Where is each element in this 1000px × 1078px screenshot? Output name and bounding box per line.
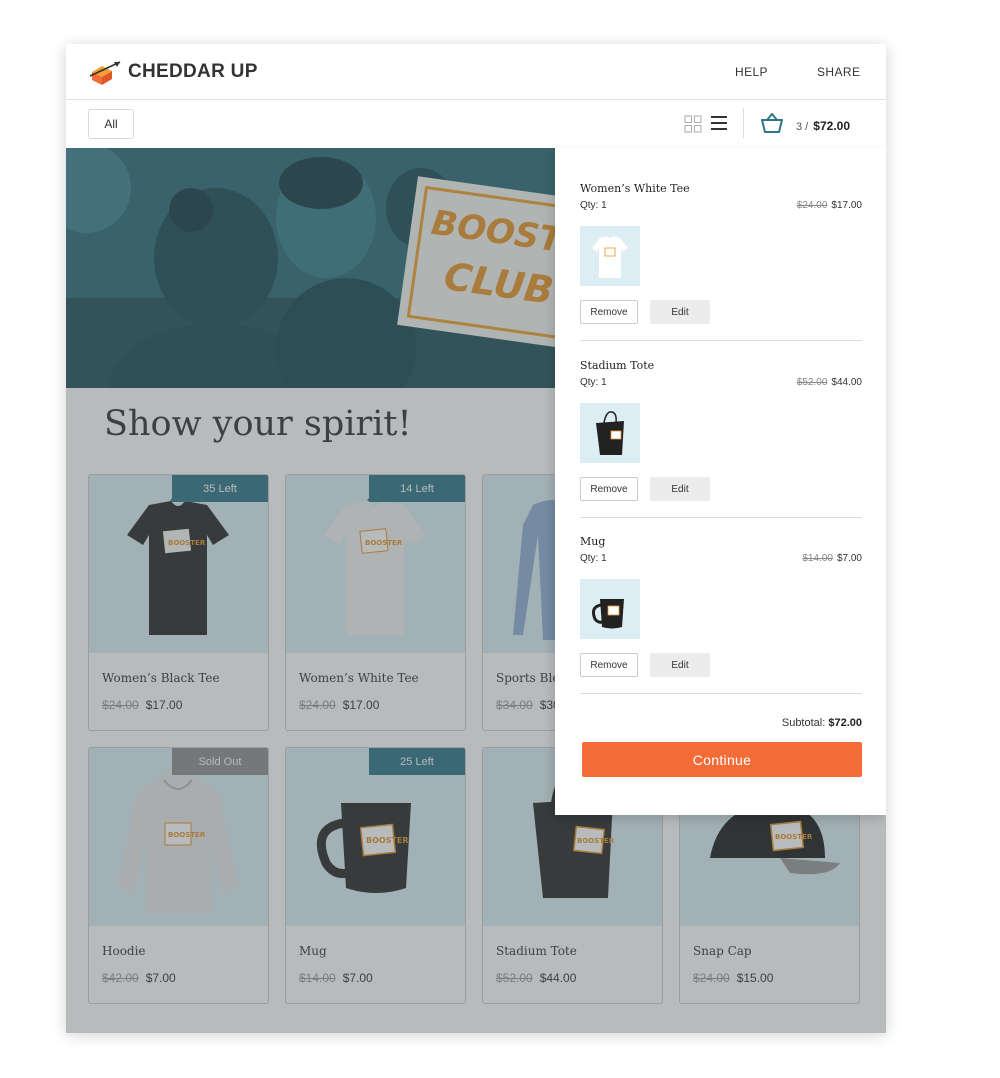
product-price: $52.00 $44.00 bbox=[496, 971, 576, 985]
sale-price: $17.00 bbox=[342, 698, 380, 712]
cart-item-price: $24.00 $17.00 bbox=[797, 200, 862, 211]
sale-price: $7.00 bbox=[145, 971, 176, 985]
mug-icon bbox=[592, 599, 624, 629]
toolbar-divider bbox=[743, 108, 744, 138]
product-name: Women’s Black Tee bbox=[102, 671, 220, 685]
cart-item-thumbnail bbox=[580, 403, 640, 463]
cart-subtotal: Subtotal: $72.00 bbox=[782, 717, 862, 729]
svg-text:BOOSTER: BOOSTER bbox=[365, 539, 403, 547]
remove-item-button[interactable]: Remove bbox=[580, 477, 638, 501]
cart-item-name: Women’s White Tee bbox=[580, 182, 690, 195]
page-title: Show your spirit! bbox=[104, 404, 412, 444]
product-price: $24.00 $17.00 bbox=[299, 698, 379, 712]
product-price: $14.00 $7.00 bbox=[299, 971, 373, 985]
product-name: Stadium Tote bbox=[496, 944, 577, 958]
original-price: $24.00 bbox=[299, 698, 336, 712]
original-price: $14.00 bbox=[299, 971, 336, 985]
sale-price: $17.00 bbox=[145, 698, 183, 712]
original-price: $24.00 bbox=[102, 698, 139, 712]
cart-item-thumbnail bbox=[580, 579, 640, 639]
sale-price: $17.00 bbox=[831, 200, 862, 211]
sale-price: $15.00 bbox=[736, 971, 774, 985]
cart-summary[interactable]: 3 / $72.00 bbox=[796, 119, 850, 133]
original-price: $52.00 bbox=[496, 971, 533, 985]
product-card[interactable]: BOOSTER 14 Left Women’s White Tee $24.00… bbox=[285, 474, 466, 731]
product-price: $24.00 $15.00 bbox=[693, 971, 773, 985]
product-name: Hoodie bbox=[102, 944, 146, 958]
original-price: $52.00 bbox=[796, 377, 828, 388]
edit-item-button[interactable]: Edit bbox=[650, 477, 710, 501]
category-filter-button[interactable]: All bbox=[88, 109, 134, 139]
svg-text:BOOSTER: BOOSTER bbox=[168, 831, 206, 839]
grid-view-icon[interactable] bbox=[684, 115, 702, 133]
cart-item-price: $14.00 $7.00 bbox=[802, 553, 862, 564]
cart-divider bbox=[580, 517, 862, 518]
cart-item-price: $52.00 $44.00 bbox=[797, 377, 862, 388]
cart-divider bbox=[580, 693, 862, 694]
stock-badge: 35 Left bbox=[172, 475, 268, 502]
product-name: Mug bbox=[299, 944, 327, 958]
store-toolbar: All 3 / $72.00 bbox=[66, 100, 886, 148]
cart-count: 3 / bbox=[796, 121, 809, 133]
cart-item-qty: Qty: 1 bbox=[580, 553, 607, 564]
sale-price: $44.00 bbox=[539, 971, 577, 985]
cart-dropdown-panel: Women’s White Tee Qty: 1 $24.00 $17.00 Re… bbox=[555, 148, 886, 815]
original-price: $34.00 bbox=[496, 698, 533, 712]
tote-icon bbox=[596, 411, 624, 455]
help-link[interactable]: HELP bbox=[735, 65, 768, 79]
edit-item-button[interactable]: Edit bbox=[650, 300, 710, 324]
original-price: $42.00 bbox=[102, 971, 139, 985]
product-price: $42.00 $7.00 bbox=[102, 971, 176, 985]
original-price: $24.00 bbox=[796, 200, 828, 211]
cart-item-name: Stadium Tote bbox=[580, 359, 655, 372]
store-window: CHEDDAR UP HELP SHARE All 3 / $72.00 BOO… bbox=[66, 44, 886, 1033]
product-card[interactable]: BOOSTER 25 Left Mug $14.00 $7.00 bbox=[285, 747, 466, 1004]
basket-icon[interactable] bbox=[760, 112, 784, 134]
cart-item-qty: Qty: 1 bbox=[580, 200, 607, 211]
remove-item-button[interactable]: Remove bbox=[580, 300, 638, 324]
sale-price: $7.00 bbox=[836, 553, 862, 564]
product-name: Snap Cap bbox=[693, 944, 752, 958]
stock-badge: 14 Left bbox=[369, 475, 465, 502]
product-card[interactable]: BOOSTER 35 Left Women’s Black Tee $24.00… bbox=[88, 474, 269, 731]
cart-divider bbox=[580, 340, 862, 341]
continue-button[interactable]: Continue bbox=[582, 742, 862, 777]
stock-badge: 25 Left bbox=[369, 748, 465, 775]
list-view-icon[interactable] bbox=[710, 114, 728, 132]
subtotal-value: $72.00 bbox=[828, 717, 862, 729]
subtotal-label: Subtotal: bbox=[781, 717, 826, 729]
sold-out-badge: Sold Out bbox=[172, 748, 268, 775]
product-price: $24.00 $17.00 bbox=[102, 698, 182, 712]
original-price: $24.00 bbox=[693, 971, 730, 985]
sale-price: $7.00 bbox=[342, 971, 373, 985]
remove-item-button[interactable]: Remove bbox=[580, 653, 638, 677]
edit-item-button[interactable]: Edit bbox=[650, 653, 710, 677]
top-header: CHEDDAR UP HELP SHARE bbox=[66, 44, 886, 100]
sale-price: $44.00 bbox=[831, 377, 862, 388]
cart-item-name: Mug bbox=[580, 535, 606, 548]
svg-text:BOOSTER: BOOSTER bbox=[577, 837, 615, 845]
product-card[interactable]: BOOSTER Sold Out Hoodie $42.00 $7.00 bbox=[88, 747, 269, 1004]
cart-item-qty: Qty: 1 bbox=[580, 377, 607, 388]
cart-total: $72.00 bbox=[813, 119, 850, 133]
svg-text:BOOSTER: BOOSTER bbox=[775, 833, 813, 841]
tshirt-white-icon bbox=[592, 236, 628, 278]
brand-logo[interactable]: CHEDDAR UP bbox=[88, 58, 258, 86]
cheddar-logo-icon bbox=[89, 61, 121, 85]
brand-name: CHEDDAR UP bbox=[128, 61, 258, 82]
svg-text:BOOSTER: BOOSTER bbox=[366, 836, 409, 845]
cart-item-thumbnail bbox=[580, 226, 640, 286]
svg-text:BOOSTER: BOOSTER bbox=[168, 539, 206, 547]
product-name: Women’s White Tee bbox=[299, 671, 419, 685]
share-link[interactable]: SHARE bbox=[817, 65, 860, 79]
original-price: $14.00 bbox=[802, 553, 833, 564]
